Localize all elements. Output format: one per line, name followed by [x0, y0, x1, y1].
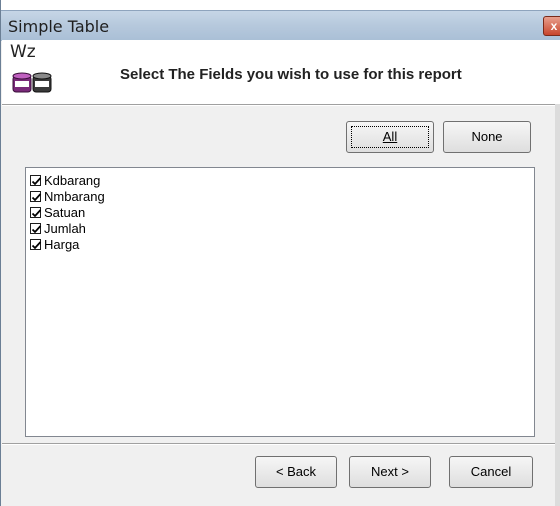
- header-divider: [2, 104, 560, 106]
- next-label: Next >: [371, 464, 409, 479]
- view-abc-logo-icon: [12, 72, 52, 93]
- checkbox-checked-icon[interactable]: [30, 174, 42, 186]
- wizard-header: Wz Select The Fields you wish to use for…: [2, 40, 560, 104]
- back-label: < Back: [275, 464, 317, 479]
- field-label: Harga: [44, 236, 80, 252]
- field-label: Kdbarang: [44, 172, 101, 188]
- checkbox-checked-icon[interactable]: [30, 238, 42, 250]
- checkbox-checked-icon[interactable]: [30, 222, 42, 234]
- fields-checklist[interactable]: Kdbarang Nmbarang Satuan Jumlah Harga: [25, 167, 535, 437]
- field-item-jumlah[interactable]: Jumlah: [26, 220, 534, 236]
- cancel-label: Cancel: [470, 464, 512, 479]
- window-right-edge: [555, 104, 560, 506]
- close-button[interactable]: x: [543, 16, 560, 36]
- checkbox-checked-icon[interactable]: [30, 206, 42, 218]
- focus-ring: [351, 126, 429, 148]
- window-top-strip: [1, 0, 560, 10]
- close-icon: x: [550, 19, 558, 33]
- back-button[interactable]: < Back: [255, 456, 337, 488]
- cancel-button[interactable]: Cancel: [449, 456, 533, 488]
- wizard-window: Simple Table x Wz Select The Fields you …: [0, 0, 560, 506]
- field-label: Nmbarang: [44, 188, 105, 204]
- field-label: Jumlah: [44, 220, 86, 236]
- select-none-label: None: [471, 129, 503, 144]
- select-all-button[interactable]: All: [346, 121, 434, 153]
- field-label: Satuan: [44, 204, 86, 220]
- select-none-button[interactable]: None: [443, 121, 531, 153]
- wizard-step-title: Select The Fields you wish to use for th…: [120, 66, 462, 83]
- field-item-nmbarang[interactable]: Nmbarang: [26, 188, 534, 204]
- checkbox-checked-icon[interactable]: [30, 190, 42, 202]
- field-item-kdbarang[interactable]: Kdbarang: [26, 172, 534, 188]
- field-item-satuan[interactable]: Satuan: [26, 204, 534, 220]
- title-bar[interactable]: Simple Table x: [1, 10, 560, 41]
- footer-divider: [2, 443, 560, 445]
- window-title: Simple Table: [8, 17, 110, 36]
- next-button[interactable]: Next >: [349, 456, 431, 488]
- field-item-harga[interactable]: Harga: [26, 236, 534, 252]
